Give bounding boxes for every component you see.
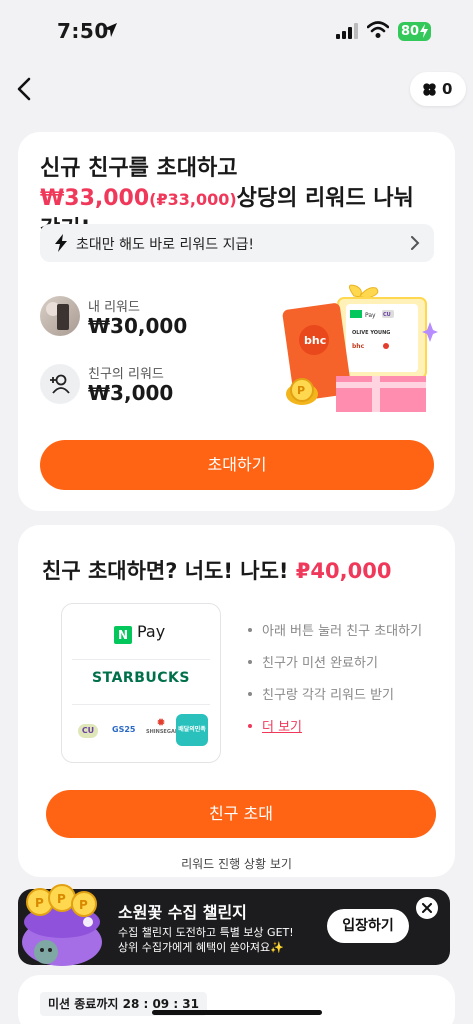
- chevron-right-icon: [411, 236, 420, 250]
- shinsegae-logo-text: SHINSEGAE: [146, 729, 179, 735]
- battery-indicator: 80: [398, 22, 431, 41]
- svg-text:bhc: bhc: [304, 334, 326, 347]
- add-friend-icon: [40, 364, 80, 404]
- my-reward-label: 내 리워드: [88, 300, 140, 315]
- npay-logo: N Pay: [114, 622, 165, 644]
- invite-title-amount: ₩33,000: [40, 186, 150, 211]
- more-link[interactable]: 더 보기: [248, 716, 302, 735]
- benefit-title-amount: ₽40,000: [295, 559, 392, 583]
- svg-text:P: P: [79, 898, 88, 912]
- npay-logo-text: Pay: [137, 622, 166, 641]
- instant-reward-banner[interactable]: 초대만 해도 바로 리워드 지급!: [40, 224, 434, 262]
- coin-pouch-illustration: P P P: [22, 884, 102, 966]
- step-item: 아래 버튼 눌러 친구 초대하기: [248, 620, 422, 639]
- invite-title-point: (₽33,000): [149, 190, 237, 209]
- clover-count: 0: [442, 80, 453, 98]
- step-item: 친구가 미션 완료하기: [248, 652, 378, 671]
- partner-brands-box: N Pay STARBUCKS CU GS25 ✹ SHINSEGAE 배달의민족: [61, 603, 221, 763]
- svg-text:CU: CU: [383, 312, 391, 318]
- close-icon[interactable]: [416, 897, 438, 919]
- invite-button[interactable]: 초대하기: [40, 440, 434, 490]
- wifi-icon: [367, 21, 389, 38]
- svg-text:P: P: [35, 896, 44, 910]
- banner-text: 초대만 해도 바로 리워드 지급!: [76, 237, 254, 253]
- step-text: 친구랑 각각 리워드 받기: [262, 688, 394, 703]
- svg-text:P: P: [57, 892, 66, 906]
- status-time: 7:50: [57, 19, 109, 43]
- status-bar: 7:50 80: [0, 0, 473, 62]
- svg-text:Pay: Pay: [365, 312, 376, 319]
- toast-line: 수집 챌린지 도전하고 특별 보상 GET!: [118, 926, 294, 939]
- divider: [72, 659, 210, 660]
- invite-reward-card: 신규 친구를 초대하고 ₩33,000(₽33,000)상당의 리워드 나눠 갖…: [18, 132, 455, 511]
- charging-bolt-icon: [420, 24, 428, 38]
- avatar: [40, 296, 80, 336]
- toast-title: 소원꽃 수집 챌린지: [118, 903, 247, 922]
- lightning-icon: [55, 234, 67, 252]
- brand-logos-row: CU GS25 ✹ SHINSEGAE 배달의민족: [76, 714, 208, 748]
- npay-n-mark: N: [114, 626, 132, 644]
- step-text: 친구가 미션 완료하기: [262, 656, 378, 671]
- step-text: 아래 버튼 눌러 친구 초대하기: [262, 624, 423, 639]
- enter-challenge-button[interactable]: 입장하기: [327, 909, 409, 943]
- benefit-title-prefix: 친구 초대하면? 너도! 나도!: [42, 559, 296, 583]
- home-indicator[interactable]: [152, 1010, 322, 1015]
- baemin-logo: 배달의민족: [176, 714, 208, 746]
- divider: [72, 704, 210, 705]
- location-arrow-icon: [103, 23, 117, 37]
- step-item: 친구랑 각각 리워드 받기: [248, 684, 394, 703]
- more-link-text[interactable]: 더 보기: [262, 720, 302, 735]
- toast-line: 상위 수집가에게 혜택이 쏟아져요✨: [118, 941, 284, 954]
- shinsegae-logo: ✹ SHINSEGAE: [146, 716, 179, 735]
- svg-text:P: P: [297, 384, 305, 397]
- starbucks-logo: STARBUCKS: [92, 670, 190, 686]
- friend-reward-value: ₩3,000: [88, 381, 174, 405]
- back-chevron-icon[interactable]: [14, 75, 38, 103]
- reward-progress-link[interactable]: 리워드 진행 상황 보기: [18, 855, 455, 872]
- mission-card: 미션 종료까지 28 : 09 : 31: [18, 975, 455, 1024]
- toast-subtitle: 수집 챌린지 도전하고 특별 보상 GET! 상위 수집가에게 혜택이 쏟아져요…: [118, 925, 294, 955]
- my-reward-value: ₩30,000: [88, 314, 188, 338]
- friend-reward-label: 친구의 리워드: [88, 367, 164, 382]
- cu-logo: CU: [78, 724, 98, 738]
- clover-icon: [423, 83, 436, 96]
- invite-title-prefix: 신규 친구를 초대하고: [40, 156, 238, 181]
- battery-level: 80: [401, 24, 420, 39]
- gift-cards-illustration: Pay CU OLIVE YOUNG bhc bhc P: [282, 284, 438, 412]
- cellular-signal-icon: [336, 23, 358, 39]
- svg-text:bhc: bhc: [352, 343, 365, 350]
- clover-count-pill[interactable]: 0: [410, 72, 466, 106]
- gs25-logo: GS25: [112, 725, 136, 734]
- svg-text:OLIVE YOUNG: OLIVE YOUNG: [352, 330, 390, 336]
- friend-invite-button[interactable]: 친구 초대: [46, 790, 436, 838]
- benefit-title: 친구 초대하면? 너도! 나도! ₽40,000: [42, 555, 391, 585]
- invite-benefit-card: 친구 초대하면? 너도! 나도! ₽40,000 N Pay STARBUCKS …: [18, 525, 455, 877]
